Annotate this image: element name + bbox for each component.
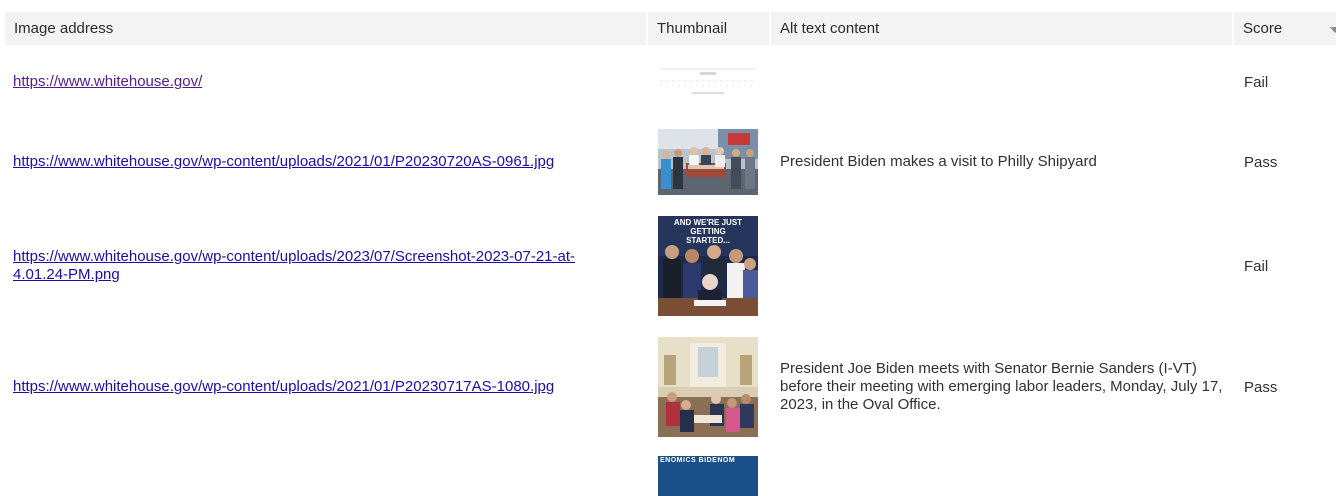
thumbnail-caption: ENOMICS BIDENOM	[660, 457, 736, 464]
score-cell: Fail	[1244, 73, 1269, 91]
table-row: https://www.whitehouse.gov/wp-content/up…	[5, 327, 1336, 447]
signing-photo-thumbnail[interactable]: AND WE'RE JUST GETTING STARTED...	[658, 216, 758, 316]
thumbnail-cell	[648, 327, 771, 447]
column-header-score-label: Score	[1243, 20, 1283, 37]
whitehouse-logo-thumbnail[interactable]	[658, 64, 758, 100]
alt-text-cell: President Biden makes a visit to Philly …	[780, 153, 1097, 170]
thumbnail-caption: AND WE'RE JUST GETTING STARTED...	[673, 218, 743, 245]
table-row: ENOMICS BIDENOM	[5, 447, 1336, 496]
column-header-alt-text[interactable]: Alt text content	[771, 12, 1234, 45]
table-row: https://www.whitehouse.gov/wp-content/up…	[5, 205, 1336, 327]
image-address-cell	[5, 447, 648, 496]
table-row: https://www.whitehouse.gov/ Fail	[5, 45, 1336, 119]
shipyard-photo-thumbnail[interactable]	[658, 129, 758, 195]
column-header-score[interactable]: Score	[1234, 12, 1336, 45]
score-cell	[1234, 447, 1336, 496]
thumbnail-cell: AND WE'RE JUST GETTING STARTED...	[648, 205, 771, 327]
column-header-thumbnail[interactable]: Thumbnail	[648, 12, 771, 45]
thumbnail-cell: ENOMICS BIDENOM	[648, 447, 771, 496]
table-header-row: Image address Thumbnail Alt text content…	[5, 12, 1336, 45]
alt-text-cell	[771, 205, 1234, 327]
image-address-cell: https://www.whitehouse.gov/wp-content/up…	[5, 205, 648, 327]
image-address-cell: https://www.whitehouse.gov/wp-content/up…	[5, 119, 648, 205]
image-address-link[interactable]: https://www.whitehouse.gov/wp-content/up…	[13, 153, 554, 170]
chevron-down-icon[interactable]	[1330, 27, 1336, 33]
image-address-cell: https://www.whitehouse.gov/wp-content/up…	[5, 327, 648, 447]
image-address-cell: https://www.whitehouse.gov/	[5, 45, 648, 119]
alt-text-cell	[771, 45, 1234, 119]
image-address-link[interactable]: https://www.whitehouse.gov/wp-content/up…	[13, 248, 575, 283]
alt-text-cell	[771, 447, 1234, 496]
table-row: https://www.whitehouse.gov/wp-content/up…	[5, 119, 1336, 205]
thumbnail-cell	[648, 45, 771, 119]
image-address-link[interactable]: https://www.whitehouse.gov/wp-content/up…	[13, 378, 554, 395]
column-header-image-address[interactable]: Image address	[5, 12, 648, 45]
image-address-link[interactable]: https://www.whitehouse.gov/	[13, 73, 202, 90]
thumbnail-cell	[648, 119, 771, 205]
image-alt-text-table: Image address Thumbnail Alt text content…	[5, 12, 1336, 496]
bidenomics-banner-thumbnail[interactable]: ENOMICS BIDENOM	[658, 456, 758, 496]
score-cell: Fail	[1244, 257, 1269, 275]
oval-office-photo-thumbnail[interactable]	[658, 337, 758, 437]
score-cell: Pass	[1244, 153, 1278, 171]
alt-text-cell: President Joe Biden meets with Senator B…	[780, 360, 1223, 413]
score-cell: Pass	[1244, 378, 1278, 396]
